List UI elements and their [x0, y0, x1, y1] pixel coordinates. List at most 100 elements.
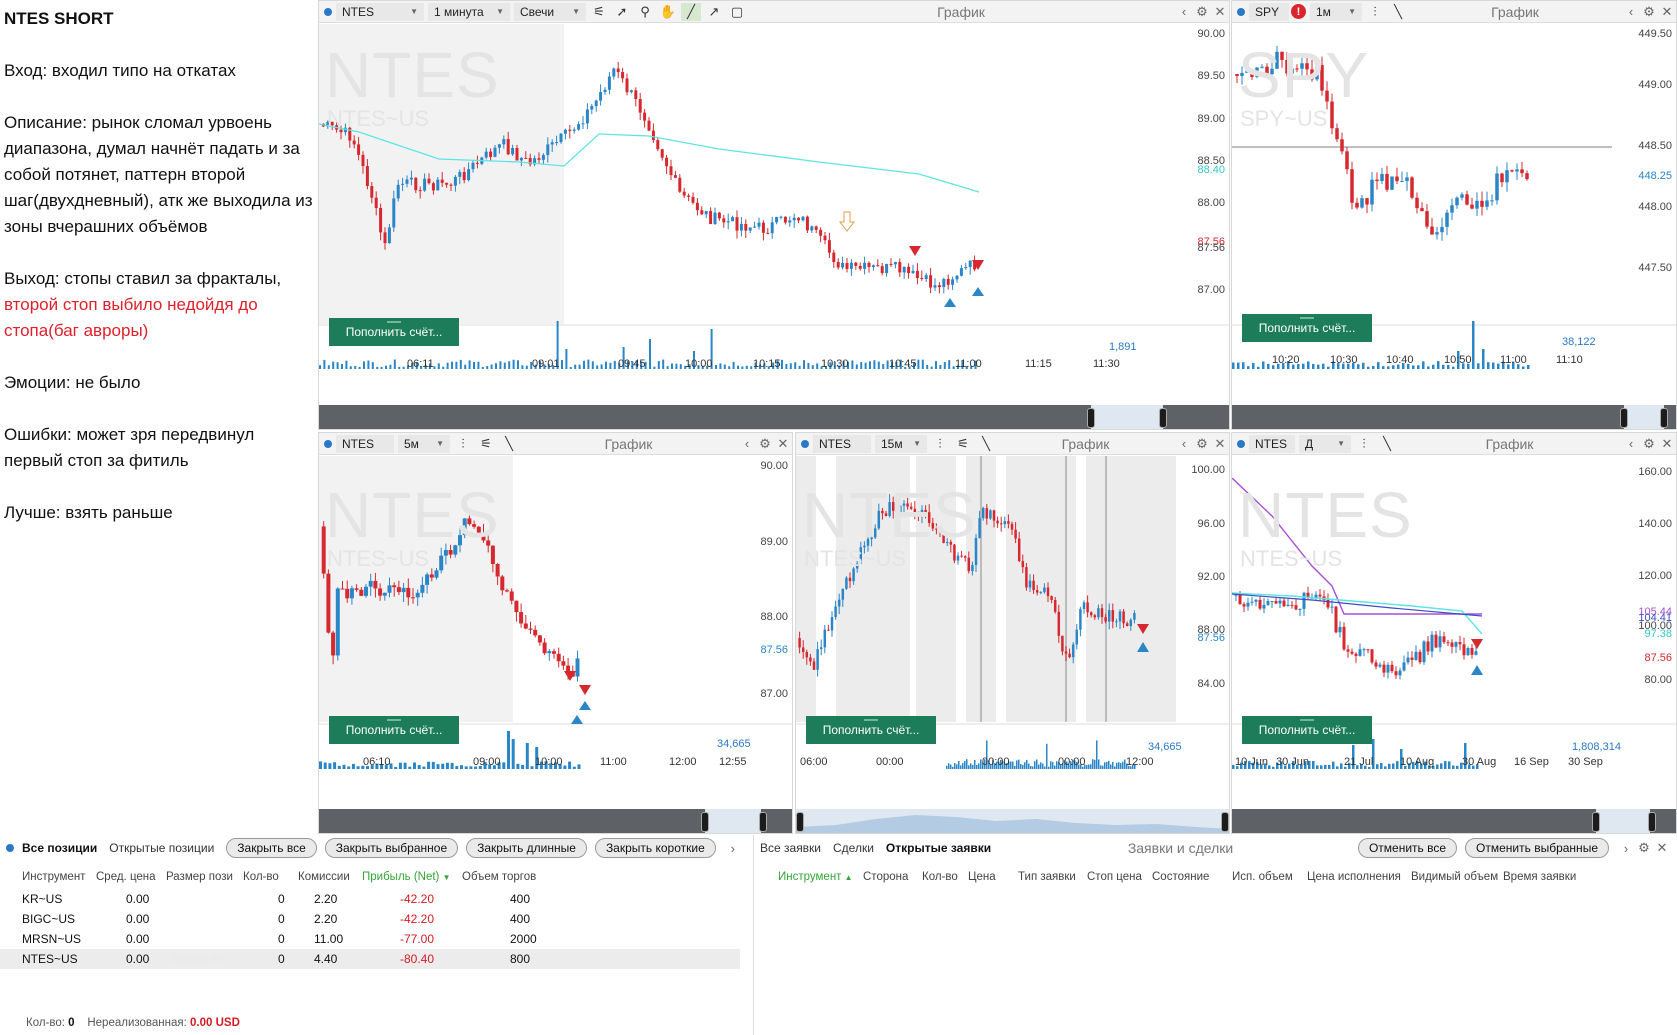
- chart-type-selector[interactable]: Свечи ▼: [514, 2, 586, 21]
- gear-icon[interactable]: ⚙: [1640, 436, 1658, 452]
- time-navigator[interactable]: [319, 809, 792, 833]
- col-order-type[interactable]: Тип заявки: [1018, 871, 1076, 883]
- col-qty[interactable]: Кол-во: [243, 871, 279, 883]
- col-avg-price[interactable]: Сред. цена: [96, 871, 156, 883]
- close-icon[interactable]: ✕: [1211, 4, 1229, 20]
- chevron-left-icon[interactable]: ‹: [1622, 4, 1640, 19]
- col-trade-volume[interactable]: Объем торгов: [462, 871, 536, 883]
- timeframe-selector[interactable]: 5м ▼: [398, 434, 450, 453]
- col-instrument[interactable]: Инструмент ▲: [778, 871, 853, 883]
- col-stop-price[interactable]: Стоп цена: [1087, 871, 1142, 883]
- navigator-window[interactable]: [1596, 809, 1650, 833]
- chart-area[interactable]: NTES NTES~US 90.00 89.50 89.00 88.50 88.…: [319, 24, 1229, 429]
- navigator-handle-right[interactable]: [1159, 408, 1167, 428]
- navigator-window[interactable]: [1624, 405, 1664, 429]
- navigator-handle-right[interactable]: [759, 812, 767, 832]
- close-icon[interactable]: ✕: [774, 436, 792, 452]
- line-tool-icon[interactable]: ╲: [976, 435, 996, 453]
- gear-icon[interactable]: ⚙: [1640, 4, 1658, 20]
- chart-panel-ntes-15m[interactable]: NTES 15м ▼ ⫶ ⚟ ╲ График ‹ ⚙ ✕ NTES NTES~U…: [795, 432, 1230, 834]
- timeframe-selector[interactable]: Д ▼: [1299, 434, 1351, 453]
- gear-icon[interactable]: ⚙: [1193, 436, 1211, 452]
- fund-account-button[interactable]: Пополнить счёт...: [1242, 716, 1372, 744]
- symbol-selector[interactable]: NTES: [336, 434, 394, 453]
- close-icon[interactable]: ✕: [1211, 436, 1229, 452]
- arrow-tool-icon[interactable]: ↗: [704, 3, 724, 21]
- symbol-selector[interactable]: NTES: [1249, 434, 1295, 453]
- chart-svg[interactable]: [319, 456, 793, 834]
- timeframe-selector[interactable]: 15м ▼: [875, 434, 927, 453]
- tab-all-positions[interactable]: Все позиции: [22, 841, 97, 855]
- navigator-handle-left[interactable]: [1087, 408, 1095, 428]
- gear-icon[interactable]: ⚙: [1193, 4, 1211, 20]
- navigator-handle-right[interactable]: [1660, 408, 1668, 428]
- line-tool-icon[interactable]: ╲: [1377, 435, 1397, 453]
- chart-panel-spy-1m[interactable]: SPY ! 1м ▼ ⫶ ╲ График ‹ ⚙ ✕ SPY SPY~US 44…: [1231, 0, 1677, 430]
- navigator-handle-left[interactable]: [1620, 408, 1628, 428]
- chart-area[interactable]: SPY SPY~US 449.50 449.00 448.50 448.25 4…: [1232, 24, 1676, 429]
- indicators-icon[interactable]: ⚟: [476, 435, 496, 453]
- gear-icon[interactable]: ⚙: [1635, 840, 1653, 856]
- time-navigator[interactable]: [1232, 809, 1676, 833]
- rectangle-tool-icon[interactable]: ▢: [727, 3, 747, 21]
- candles-icon[interactable]: ⫶: [930, 435, 950, 453]
- line-tool-icon[interactable]: ╲: [499, 435, 519, 453]
- chart-area[interactable]: NTES NTES~US 100.00 96.00 92.00 88.00 87…: [796, 456, 1229, 833]
- line-tool-icon[interactable]: ╲: [1388, 3, 1408, 21]
- close-icon[interactable]: ✕: [1658, 436, 1676, 452]
- close-all-button[interactable]: Закрыть все: [226, 838, 317, 858]
- chevron-right-icon[interactable]: ›: [724, 841, 742, 856]
- chevron-left-icon[interactable]: ‹: [738, 436, 756, 451]
- col-fill-price[interactable]: Цена исполнения: [1307, 871, 1401, 883]
- chevron-right-icon[interactable]: ›: [1617, 841, 1635, 856]
- chevron-left-icon[interactable]: ‹: [1175, 436, 1193, 451]
- col-side[interactable]: Сторона: [863, 871, 908, 883]
- link-dot-icon[interactable]: [1237, 439, 1245, 448]
- navigator-handle-left[interactable]: [796, 812, 804, 832]
- symbol-selector[interactable]: NTES ▼: [336, 2, 424, 21]
- table-row[interactable]: NTES~US 0.00 Закрытая 0 4.40 -80.40 800: [0, 949, 740, 969]
- chart-area[interactable]: NTES NTES~US 90.00 89.00 88.00 87.56 87.…: [319, 456, 793, 834]
- timeframe-selector[interactable]: 1 минута ▼: [428, 2, 510, 21]
- tab-open-orders[interactable]: Открытые заявки: [886, 841, 991, 855]
- cancel-all-button[interactable]: Отменить все: [1357, 838, 1458, 858]
- close-icon[interactable]: ✕: [1653, 840, 1671, 856]
- candles-icon[interactable]: ⫶: [453, 435, 473, 453]
- zoom-icon[interactable]: ⚲: [635, 3, 655, 21]
- link-dot-icon[interactable]: [1237, 7, 1245, 16]
- navigator-window[interactable]: [1091, 405, 1163, 429]
- col-visible-volume[interactable]: Видимый объем: [1411, 871, 1498, 883]
- fund-account-button[interactable]: Пополнить счёт...: [329, 716, 459, 744]
- chart-panel-ntes-5m[interactable]: NTES 5м ▼ ⫶ ⚟ ╲ График ‹ ⚙ ✕ NTES NTES~US…: [318, 432, 793, 834]
- chart-panel-ntes-1m[interactable]: NTES ▼ 1 минута ▼ Свечи ▼ ⚟ ➚ ⚲ ✋ ╱ ↗ ▢ Гра…: [318, 0, 1230, 430]
- cursor-icon[interactable]: ➚: [612, 3, 632, 21]
- navigator-handle-left[interactable]: [701, 812, 709, 832]
- col-filled-volume[interactable]: Исп. объем: [1232, 871, 1293, 883]
- link-dot-icon[interactable]: [324, 439, 332, 448]
- candles-icon[interactable]: ⫶: [1354, 435, 1374, 453]
- navigator-handle-right[interactable]: [1648, 812, 1656, 832]
- col-fees[interactable]: Комиссии: [298, 871, 350, 883]
- symbol-selector[interactable]: SPY: [1249, 2, 1289, 21]
- col-price[interactable]: Цена: [968, 871, 996, 883]
- close-icon[interactable]: ✕: [1658, 4, 1676, 20]
- navigator-handle-right[interactable]: [1221, 812, 1229, 832]
- indicators-icon[interactable]: ⚟: [953, 435, 973, 453]
- navigator-window[interactable]: [705, 809, 761, 833]
- tab-all-orders[interactable]: Все заявки: [760, 841, 821, 855]
- chart-panel-ntes-daily[interactable]: NTES Д ▼ ⫶ ╲ График ‹ ⚙ ✕ NTES NTES~US 16…: [1231, 432, 1677, 834]
- chevron-left-icon[interactable]: ‹: [1175, 4, 1193, 19]
- col-status[interactable]: Состояние: [1152, 871, 1209, 883]
- table-row[interactable]: KR~US 0.00 0 2.20 -42.20 400: [0, 889, 740, 909]
- tab-open-positions[interactable]: Открытые позиции: [109, 841, 214, 855]
- timeframe-selector[interactable]: 1м ▼: [1310, 2, 1362, 21]
- time-navigator[interactable]: [1232, 405, 1676, 429]
- indicators-icon[interactable]: ⚟: [589, 3, 609, 21]
- col-position-size[interactable]: Размер пози: [166, 871, 234, 883]
- time-navigator[interactable]: [319, 405, 1229, 429]
- close-selected-button[interactable]: Закрыть выбранное: [324, 838, 459, 858]
- close-short-button[interactable]: Закрыть короткие: [594, 838, 716, 858]
- fund-account-button[interactable]: Пополнить счёт...: [329, 318, 459, 346]
- hand-icon[interactable]: ✋: [658, 3, 678, 21]
- candles-icon[interactable]: ⫶: [1365, 3, 1385, 21]
